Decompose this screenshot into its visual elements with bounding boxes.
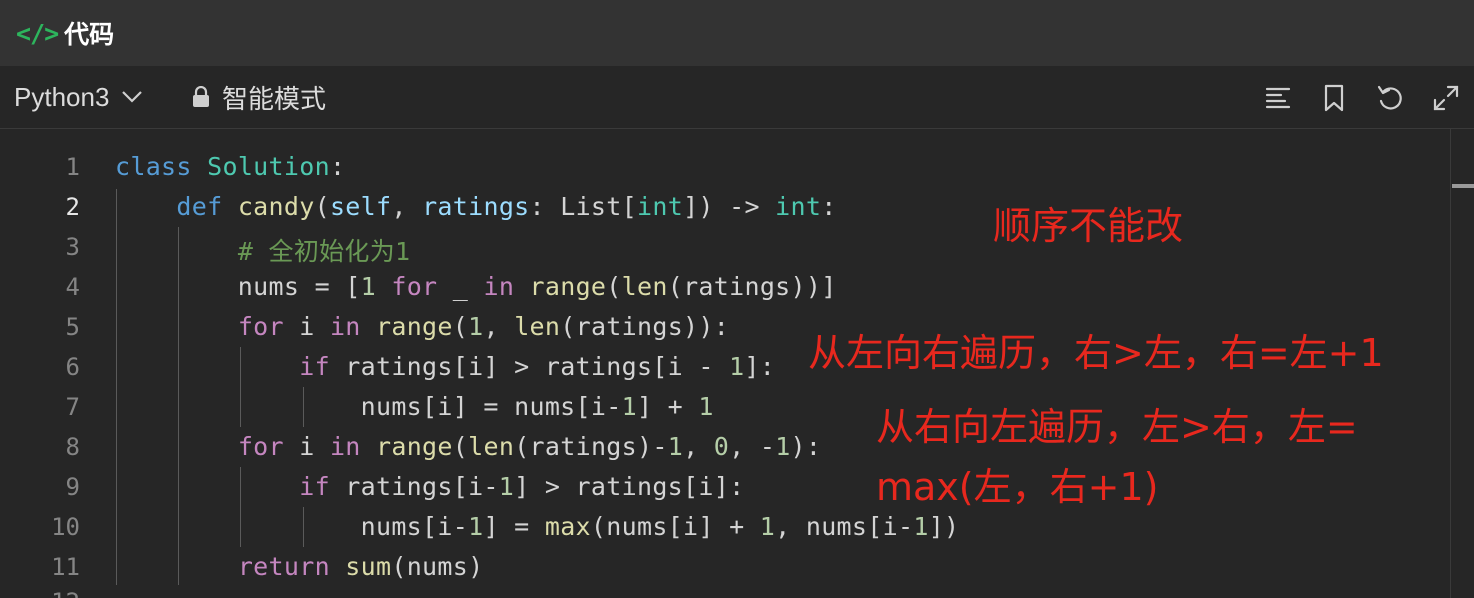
line-number: 7	[65, 393, 80, 421]
annotation-max-rule: max(左，右+1)	[876, 465, 1159, 509]
line-number: 6	[65, 353, 80, 381]
language-select[interactable]: Python3	[14, 78, 143, 116]
smart-mode-label: 智能模式	[222, 84, 327, 115]
line-number: 12	[20, 588, 80, 598]
code-line: class Solution:	[115, 152, 346, 181]
lock-icon	[193, 86, 209, 107]
line-number: 5	[65, 313, 80, 341]
code-line: nums = [1 for _ in range(len(ratings))]	[115, 272, 837, 301]
annotation-order: 顺序不能改	[993, 204, 1184, 248]
line-number: 10	[51, 513, 80, 541]
chevron-down-icon	[122, 91, 143, 103]
line-number: 4	[65, 273, 80, 301]
line-number: 8	[65, 433, 80, 461]
format-icon[interactable]	[1264, 84, 1292, 112]
line-number: 11	[51, 553, 80, 581]
code-line: # 全初始化为1	[237, 237, 411, 266]
line-number: 9	[65, 473, 80, 501]
code-line: for i in range(len(ratings)-1, 0, -1):	[237, 432, 822, 461]
panel-header: </> 代码	[0, 0, 1474, 66]
code-line: nums[i] = nums[i-1] + 1	[115, 392, 714, 421]
code-line: nums[i-1] = max(nums[i] + 1, nums[i-1])	[115, 512, 960, 541]
vertical-scrollbar[interactable]	[1450, 129, 1474, 598]
annotation-left-to-right: 从左向右遍历，右>左，右=左+1	[808, 331, 1384, 375]
code-line: return sum(nums)	[237, 552, 484, 581]
code-line: def candy(self, ratings: List[int]) -> i…	[176, 192, 837, 221]
line-number: 3	[65, 233, 80, 261]
editor-toolbar: Python3 智能模式	[0, 66, 1474, 129]
line-number: 1	[65, 153, 80, 181]
smart-mode-toggle[interactable]: 智能模式	[192, 78, 326, 116]
scrollbar-thumb[interactable]	[1452, 184, 1474, 188]
language-select-label: Python3	[14, 81, 110, 112]
line-number-active: 2	[65, 193, 80, 221]
undo-icon[interactable]	[1376, 84, 1404, 112]
expand-icon[interactable]	[1432, 84, 1460, 112]
bookmark-icon[interactable]	[1320, 84, 1348, 112]
code-line: for i in range(1, len(ratings)):	[237, 312, 730, 341]
code-line: if ratings[i] > ratings[i - 1]:	[299, 352, 776, 381]
code-line: if ratings[i-1] > ratings[i]:	[299, 472, 745, 501]
panel-title: 代码	[64, 20, 115, 49]
annotation-right-to-left: 从右向左遍历，左>右，左=	[876, 405, 1358, 449]
code-icon: </>	[16, 18, 59, 48]
